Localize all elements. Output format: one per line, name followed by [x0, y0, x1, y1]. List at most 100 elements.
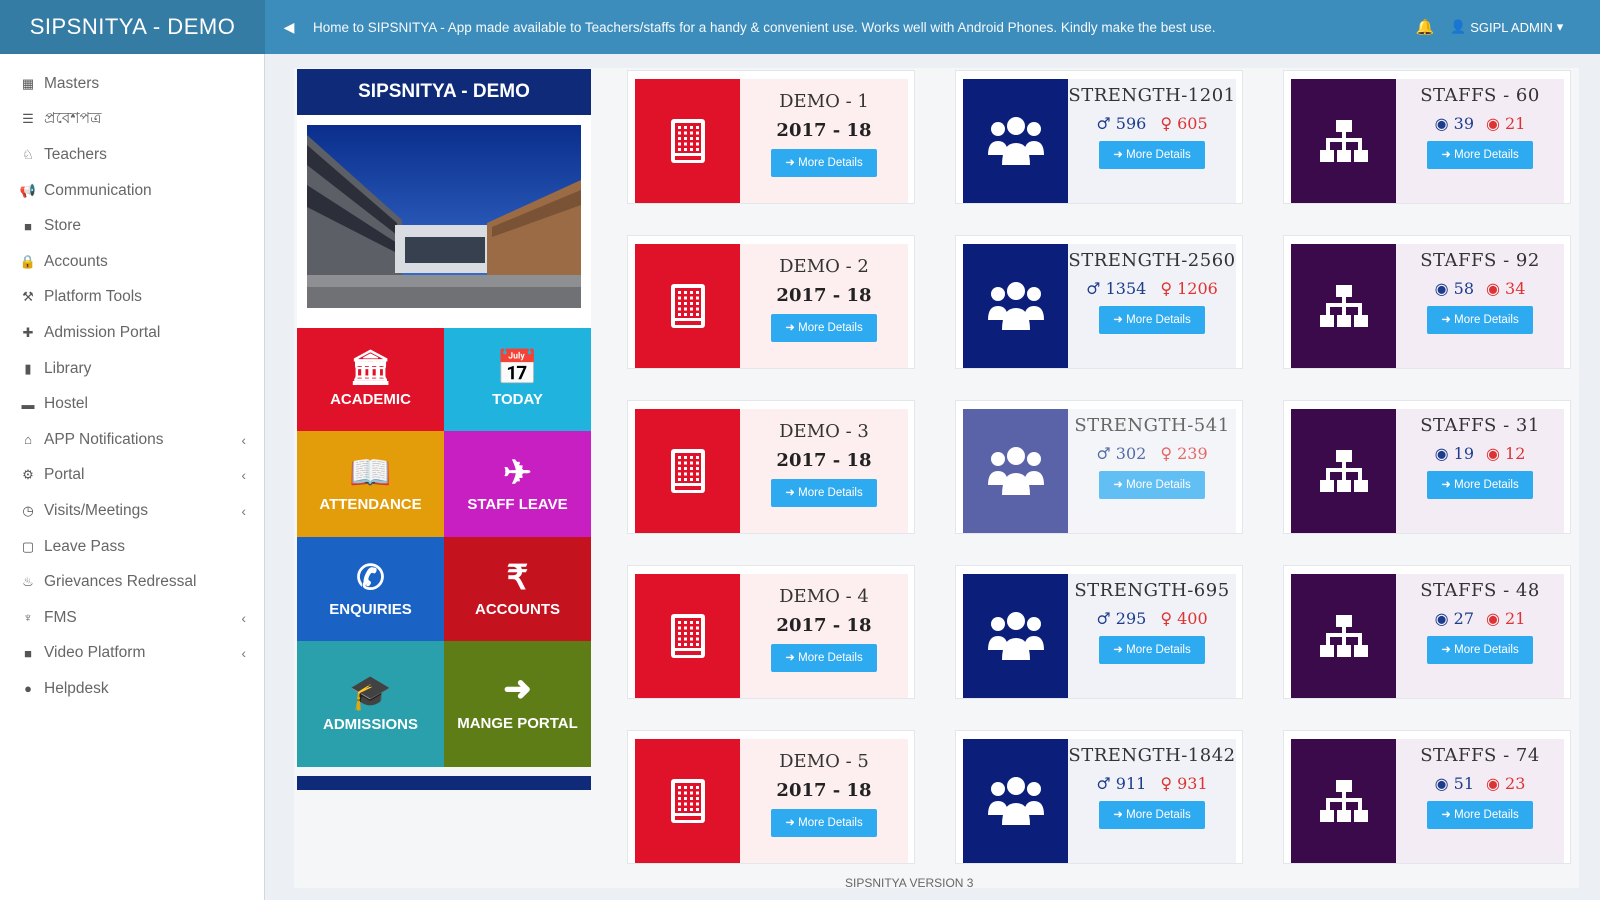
- strength-card: STRENGTH-1201 ♂ 596 ♀ 605 ➜ More Details: [955, 70, 1243, 204]
- sidebar-item-video-platform[interactable]: ■ Video Platform ‹: [0, 636, 264, 672]
- arrow-icon: ➜: [1113, 809, 1127, 821]
- more-details-button[interactable]: ➜ More Details: [1099, 801, 1205, 829]
- sidebar-item-label: Portal: [44, 466, 85, 484]
- tile-label: STAFF LEAVE: [467, 495, 568, 513]
- more-details-button[interactable]: ➜ More Details: [1427, 636, 1533, 664]
- school-name: DEMO - 1: [779, 91, 869, 112]
- arrow-icon: ➜: [785, 487, 799, 499]
- tile-today[interactable]: 📅 TODAY: [444, 328, 591, 431]
- more-details-button[interactable]: ➜ More Details: [1099, 471, 1205, 499]
- sidebar-item-masters[interactable]: ▦ Masters: [0, 66, 264, 102]
- arrow-icon: ➜: [1113, 644, 1127, 656]
- male-staff-count: 51: [1453, 774, 1474, 793]
- tile-label: MANGE PORTAL: [457, 715, 578, 732]
- sidebar-item-label: Grievances Redressal: [44, 573, 197, 591]
- strength-gender-split: ♂ 911 ♀ 931: [1068, 774, 1236, 793]
- female-user-icon: ◉: [1486, 774, 1506, 793]
- app-brand[interactable]: SIPSNITYA - DEMO: [0, 0, 265, 54]
- paper-plane-icon: ✈: [503, 453, 532, 492]
- strength-card-body: STRENGTH-2560 ♂ 1354 ♀ 1206 ➜ More Details: [1068, 244, 1236, 368]
- arrow-icon: ➜: [1441, 644, 1455, 656]
- tile-staff-leave[interactable]: ✈ STAFF LEAVE: [444, 431, 591, 537]
- sidebar-item-portal[interactable]: ⚙ Portal ‹: [0, 458, 264, 494]
- arrow-icon: ➜: [1113, 479, 1127, 491]
- sidebar-item-visits-meetings[interactable]: ◷ Visits/Meetings ‹: [0, 493, 264, 529]
- more-details-button[interactable]: ➜ More Details: [771, 479, 877, 507]
- welcome-marquee: Home to SIPSNITYA - App made available t…: [313, 19, 1216, 35]
- sidebar-item-grievances-redressal[interactable]: ♨ Grievances Redressal: [0, 564, 264, 600]
- arrow-icon: ➜: [1441, 149, 1455, 161]
- school-card-body: DEMO - 4 2017 - 18 ➜ More Details: [740, 574, 908, 698]
- male-icon: ♂: [1096, 609, 1116, 628]
- male-icon: ♂: [1096, 774, 1116, 793]
- sitemap-icon: [1291, 574, 1396, 698]
- tile-admissions[interactable]: 🎓 ADMISSIONS: [297, 641, 444, 767]
- bell-icon[interactable]: 🔔: [1400, 18, 1450, 36]
- sidebar-item-platform-tools[interactable]: ⚒ Platform Tools: [0, 280, 264, 316]
- staff-card-body: STAFFS - 31 ◉ 19 ◉ 12 ➜ More Details: [1396, 409, 1564, 533]
- sidebar-item-admission-portal[interactable]: ✚ Admission Portal: [0, 315, 264, 351]
- strength-total: STRENGTH-1842: [1068, 745, 1236, 766]
- users-group-icon: [963, 79, 1068, 203]
- chevron-left-icon: ‹: [241, 431, 246, 448]
- tile-mange-portal[interactable]: ➜ MANGE PORTAL: [444, 641, 591, 767]
- portal-icon: ⚙: [22, 467, 34, 483]
- more-details-button[interactable]: ➜ More Details: [771, 149, 877, 177]
- sidebar-item-leave-pass[interactable]: ▢ Leave Pass: [0, 529, 264, 565]
- school-card-body: DEMO - 3 2017 - 18 ➜ More Details: [740, 409, 908, 533]
- female-icon: ♀: [1160, 774, 1178, 793]
- staff-card: STAFFS - 60 ◉ 39 ◉ 21 ➜ More Details: [1283, 70, 1571, 204]
- staff-gender-split: ◉ 19 ◉ 12: [1396, 444, 1564, 463]
- strength-card-body: STRENGTH-695 ♂ 295 ♀ 400 ➜ More Details: [1068, 574, 1236, 698]
- users-group-icon: [963, 409, 1068, 533]
- boys-count: 1354: [1105, 279, 1147, 298]
- school-photo: [297, 115, 591, 328]
- boys-count: 302: [1115, 444, 1147, 463]
- sidebar-item-[interactable]: ☰ প্রবেশপত্র: [0, 102, 264, 138]
- staff-card-body: STAFFS - 74 ◉ 51 ◉ 23 ➜ More Details: [1396, 739, 1564, 863]
- tile-accounts[interactable]: ₹ ACCOUNTS: [444, 537, 591, 641]
- sitemap-icon: [1291, 79, 1396, 203]
- sidebar-item-library[interactable]: ▮ Library: [0, 351, 264, 387]
- more-details-button[interactable]: ➜ More Details: [1099, 636, 1205, 664]
- user-menu[interactable]: 👤 SGIPL ADMIN ▾: [1450, 19, 1600, 35]
- more-details-button[interactable]: ➜ More Details: [771, 314, 877, 342]
- staff-card: STAFFS - 74 ◉ 51 ◉ 23 ➜ More Details: [1283, 730, 1571, 864]
- more-details-button[interactable]: ➜ More Details: [771, 809, 877, 837]
- female-user-icon: ◉: [1486, 609, 1506, 628]
- sidebar-toggle-icon[interactable]: ◀: [265, 0, 313, 54]
- building-icon: [635, 244, 740, 368]
- tile-academic[interactable]: 🏛 ACADEMIC: [297, 328, 444, 431]
- school-card: DEMO - 2 2017 - 18 ➜ More Details: [627, 235, 915, 369]
- academic-year: 2017 - 18: [776, 615, 872, 636]
- female-staff-count: 12: [1505, 444, 1526, 463]
- more-details-button[interactable]: ➜ More Details: [1427, 471, 1533, 499]
- more-details-button[interactable]: ➜ More Details: [1099, 306, 1205, 334]
- more-details-button[interactable]: ➜ More Details: [1427, 141, 1533, 169]
- strength-total: STRENGTH-541: [1074, 415, 1230, 436]
- sidebar-item-teachers[interactable]: ♘ Teachers: [0, 137, 264, 173]
- sidebar-item-helpdesk[interactable]: ● Helpdesk: [0, 671, 264, 707]
- sidebar-item-accounts[interactable]: 🔒 Accounts: [0, 244, 264, 280]
- clock-icon: ◷: [22, 502, 34, 518]
- more-details-button[interactable]: ➜ More Details: [1099, 141, 1205, 169]
- sidebar-item-store[interactable]: ■ Store: [0, 208, 264, 244]
- strength-card: STRENGTH-1842 ♂ 911 ♀ 931 ➜ More Details: [955, 730, 1243, 864]
- female-icon: ♀: [1160, 609, 1178, 628]
- sidebar-item-hostel[interactable]: ▬ Hostel: [0, 386, 264, 422]
- sidebar-item-app-notifications[interactable]: ⌂ APP Notifications ‹: [0, 422, 264, 458]
- more-details-button[interactable]: ➜ More Details: [1427, 306, 1533, 334]
- tile-attendance[interactable]: 📖 ATTENDANCE: [297, 431, 444, 537]
- staff-card: STAFFS - 92 ◉ 58 ◉ 34 ➜ More Details: [1283, 235, 1571, 369]
- sitemap-icon: [1291, 409, 1396, 533]
- more-details-button[interactable]: ➜ More Details: [1427, 801, 1533, 829]
- sidebar-item-communication[interactable]: 📢 Communication: [0, 173, 264, 209]
- user-icon: 👤: [1450, 19, 1467, 34]
- male-staff-count: 27: [1453, 609, 1474, 628]
- tile-enquiries[interactable]: ✆ ENQUIRIES: [297, 537, 444, 641]
- sidebar-item-fms[interactable]: ♆ FMS ‹: [0, 600, 264, 636]
- more-details-button[interactable]: ➜ More Details: [771, 644, 877, 672]
- chevron-left-icon: ‹: [241, 502, 246, 519]
- boys-count: 596: [1115, 114, 1147, 133]
- female-user-icon: ◉: [1486, 114, 1506, 133]
